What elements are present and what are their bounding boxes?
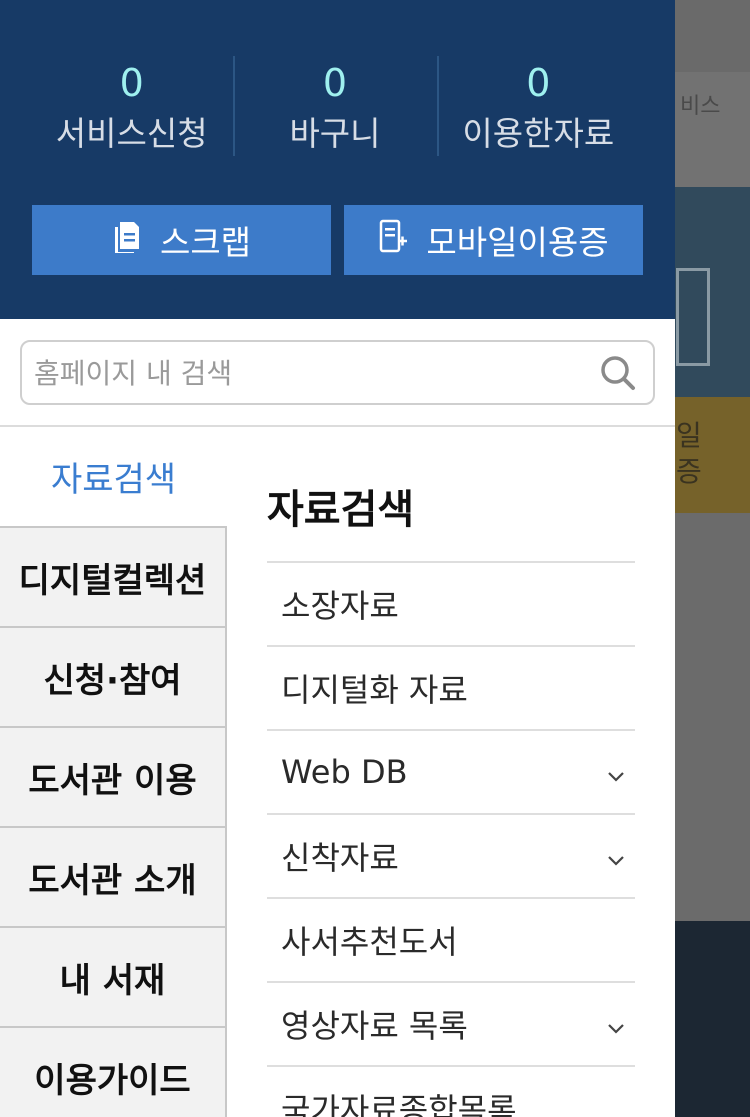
mobile-card-button[interactable]: 모바일이용증 bbox=[344, 205, 643, 275]
stat-label: 서비스신청 bbox=[55, 114, 208, 153]
submenu-item-label: Web DB bbox=[281, 753, 408, 791]
stat-count: 0 bbox=[322, 61, 348, 105]
background-top-bar bbox=[675, 0, 750, 72]
submenu-item-label: 신착자료 bbox=[281, 839, 399, 877]
stat-service-requests[interactable]: 0 서비스신청 bbox=[30, 50, 233, 160]
submenu-item-label: 영상자료 목록 bbox=[281, 1007, 468, 1045]
user-stats: 0 서비스신청 0 바구니 0 이용한자료 bbox=[30, 50, 640, 160]
search-icon[interactable] bbox=[599, 354, 637, 392]
background-gold-text: 일 증 bbox=[676, 419, 702, 488]
submenu-item-label: 국가자료종합목록 bbox=[281, 1091, 517, 1117]
mobile-card-icon bbox=[378, 219, 408, 261]
mobile-card-button-label: 모바일이용증 bbox=[426, 223, 609, 262]
submenu-item-label: 사서추천도서 bbox=[281, 923, 458, 961]
submenu-item-national-catalog[interactable]: 국가자료종합목록 bbox=[267, 1065, 635, 1117]
submenu-item-label: 디지털화 자료 bbox=[281, 671, 468, 709]
navigation-drawer: 0 서비스신청 0 바구니 0 이용한자료 스크랩 모바일이용증 홈페이지 내 … bbox=[0, 0, 675, 1117]
submenu-item-librarian-picks[interactable]: 사서추천도서 bbox=[267, 897, 635, 981]
submenu-item-holdings[interactable]: 소장자료 bbox=[267, 561, 635, 645]
submenu-item-new-arrivals[interactable]: 신착자료 bbox=[267, 813, 635, 897]
menu-item-my-library[interactable]: 내 서재 bbox=[0, 926, 227, 1026]
stat-label: 이용한자료 bbox=[462, 114, 615, 153]
background-services-text: 비스 bbox=[680, 94, 721, 119]
search-box bbox=[20, 340, 655, 405]
chevron-down-icon[interactable] bbox=[607, 837, 625, 875]
menu-item-search-materials[interactable]: 자료검색 bbox=[0, 427, 227, 526]
document-icon bbox=[112, 219, 142, 261]
menu-item-library-use[interactable]: 도서관 이용 bbox=[0, 726, 227, 826]
submenu-item-video-list[interactable]: 영상자료 목록 bbox=[267, 981, 635, 1065]
header-buttons: 스크랩 모바일이용증 bbox=[32, 205, 643, 275]
stat-label: 바구니 bbox=[289, 114, 381, 153]
drawer-header: 0 서비스신청 0 바구니 0 이용한자료 스크랩 모바일이용증 bbox=[0, 0, 675, 319]
background-image bbox=[675, 921, 750, 1117]
main-menu: 자료검색 디지털컬렉션 신청·참여 도서관 이용 도서관 소개 내 서재 이용가… bbox=[0, 427, 227, 1117]
menu-item-library-intro[interactable]: 도서관 소개 bbox=[0, 826, 227, 926]
close-icon[interactable] bbox=[578, 0, 638, 8]
scrap-button[interactable]: 스크랩 bbox=[32, 205, 331, 275]
submenu-list: 소장자료 디지털화 자료 Web DB 신착자료 사서추천도서 영상자료 목록 … bbox=[267, 561, 635, 1117]
stat-basket[interactable]: 0 바구니 bbox=[233, 50, 436, 160]
search-input[interactable] bbox=[34, 350, 594, 396]
background-content bbox=[675, 513, 750, 921]
stat-used-materials[interactable]: 0 이용한자료 bbox=[436, 50, 640, 160]
chevron-down-icon[interactable] bbox=[607, 1005, 625, 1043]
menu-item-user-guide[interactable]: 이용가이드 bbox=[0, 1026, 227, 1117]
stat-count: 0 bbox=[119, 61, 144, 105]
scrap-button-label: 스크랩 bbox=[159, 223, 252, 262]
menu-item-apply-participate[interactable]: 신청·참여 bbox=[0, 626, 227, 726]
submenu-item-label: 소장자료 bbox=[281, 587, 399, 625]
submenu-item-web-db[interactable]: Web DB bbox=[267, 729, 635, 813]
background-banner-box bbox=[676, 268, 710, 366]
menu-item-digital-collection[interactable]: 디지털컬렉션 bbox=[0, 526, 227, 626]
stat-count: 0 bbox=[526, 61, 551, 105]
submenu-title: 자료검색 bbox=[267, 487, 415, 533]
submenu-item-digitized[interactable]: 디지털화 자료 bbox=[267, 645, 635, 729]
chevron-down-icon[interactable] bbox=[607, 753, 625, 791]
